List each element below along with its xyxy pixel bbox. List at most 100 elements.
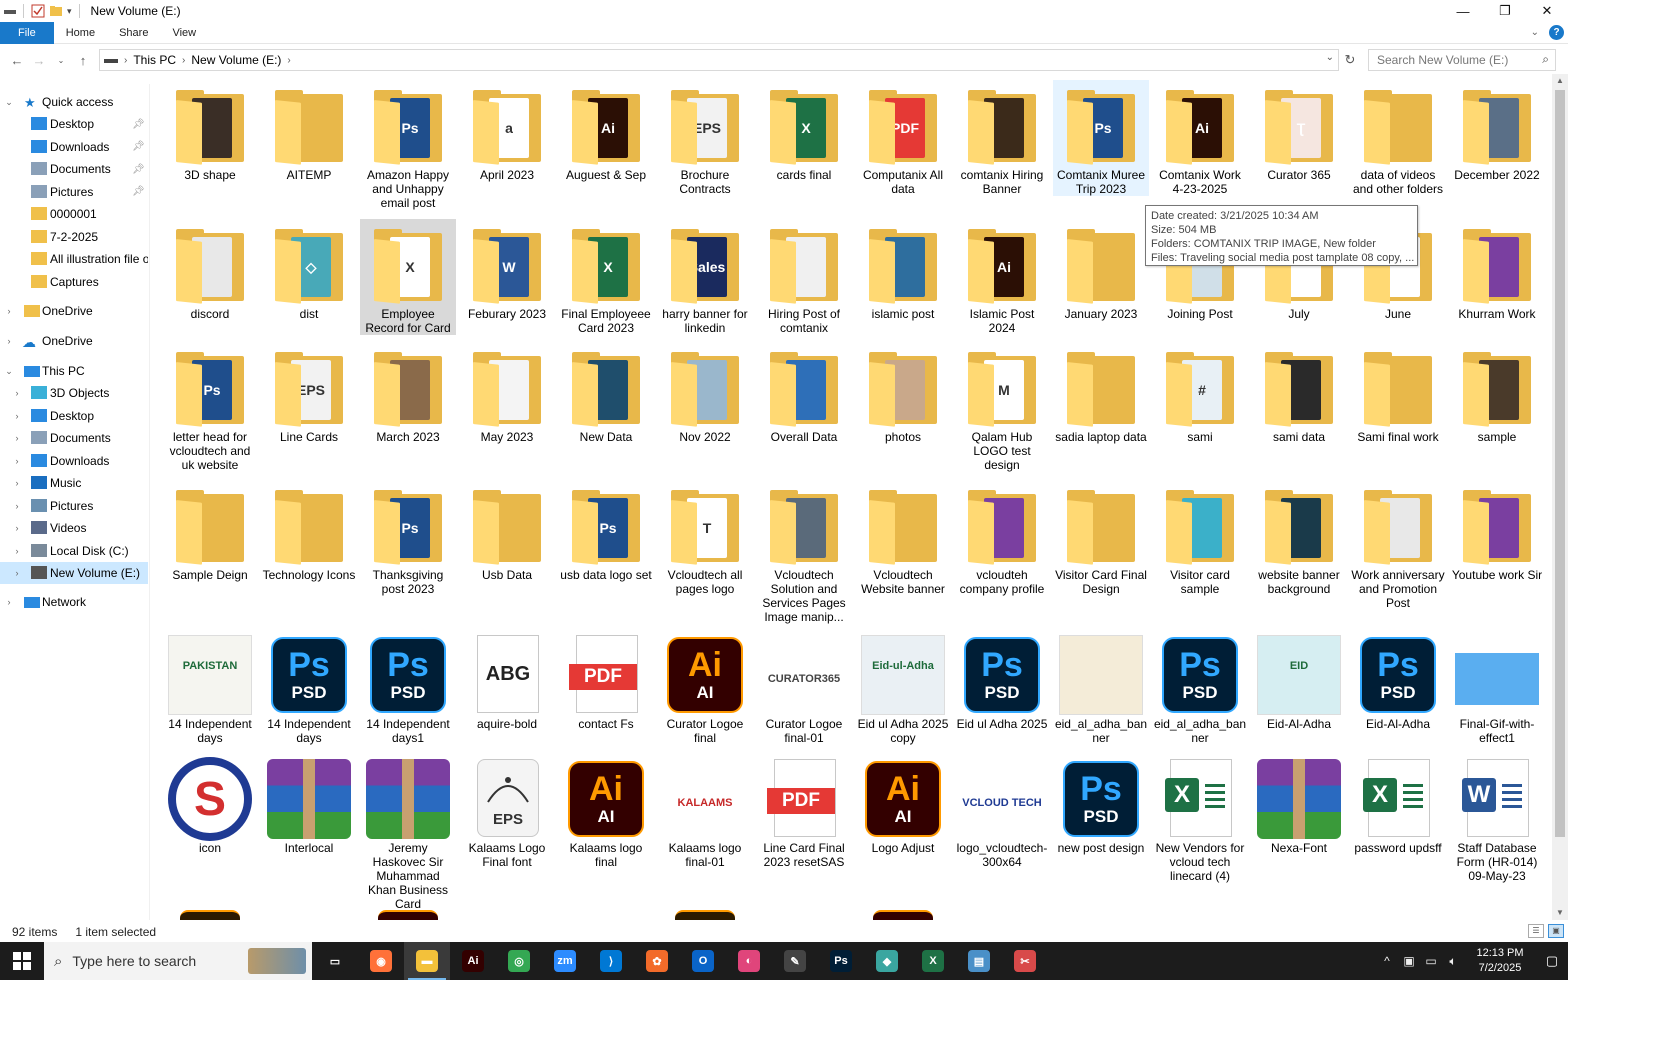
customize-qat-icon[interactable]: ▾ bbox=[67, 6, 72, 17]
file-item[interactable]: X New Vendors for vcloud tech linecard (4… bbox=[1152, 753, 1248, 883]
folder-item[interactable]: Ps letter head for vcloudtech and uk webs… bbox=[162, 342, 258, 472]
taskbar-app-pen-tool[interactable]: ✎ bbox=[772, 942, 818, 980]
file-item[interactable]: Ps PSD Eid-Al-Adha bbox=[1350, 629, 1446, 731]
sidebar-item-quick[interactable]: Downloads 📌︎ bbox=[0, 136, 148, 158]
scrollbar-thumb[interactable] bbox=[1555, 90, 1565, 837]
sidebar-item-onedrive-cloud[interactable]: › ☁ OneDrive bbox=[0, 330, 148, 352]
file-item[interactable]: Ps PSD Eid ul Adha 2025 bbox=[954, 629, 1050, 731]
back-arrow-icon[interactable]: ← bbox=[6, 53, 28, 68]
pin-icon[interactable]: 📌︎ bbox=[132, 141, 145, 152]
folder-item[interactable]: Ps Thanksgiving post 2023 bbox=[360, 480, 456, 596]
folder-item[interactable]: Vcloudtech Solution and Services Pages I… bbox=[756, 480, 852, 624]
expand-arrow-icon[interactable]: › bbox=[12, 523, 22, 533]
folder-item[interactable]: Visitor card sample bbox=[1152, 480, 1248, 596]
file-item[interactable]: Ai AI Logo Adjust bbox=[855, 753, 951, 855]
folder-item[interactable]: Technology Icons bbox=[261, 480, 357, 582]
sidebar-item-pc[interactable]: › Pictures bbox=[0, 495, 148, 517]
sidebar-item-pc[interactable]: › Desktop bbox=[0, 405, 148, 427]
network-status-icon[interactable]: ▭ bbox=[1420, 954, 1442, 968]
folder-item[interactable]: December 2022 bbox=[1449, 80, 1545, 182]
file-item[interactable]: Ps PSD 14 Independent days1 bbox=[360, 629, 456, 745]
file-item[interactable]: Jeremy Haskovec Sir Muhammad Khan Busine… bbox=[360, 753, 456, 911]
breadcrumb-this-pc[interactable]: This PC bbox=[133, 53, 176, 67]
folder-item[interactable]: Sami final work bbox=[1350, 342, 1446, 444]
clock[interactable]: 12:13 PM 7/2/2025 bbox=[1464, 946, 1536, 976]
address-bar[interactable]: › This PC › New Volume (E:) › ⌄ bbox=[99, 49, 1339, 71]
pin-icon[interactable]: 📌︎ bbox=[132, 119, 145, 130]
taskbar-app-chrome[interactable]: ◎ bbox=[496, 942, 542, 980]
folder-item[interactable]: discord bbox=[162, 219, 258, 321]
folder-item[interactable]: Ps Comtanix Muree Trip 2023 bbox=[1053, 80, 1149, 196]
folder-item[interactable]: Sample Deign bbox=[162, 480, 258, 582]
folder-item[interactable]: AITEMP bbox=[261, 80, 357, 182]
folder-item[interactable]: New Data bbox=[558, 342, 654, 444]
sidebar-item-quick[interactable]: 0000001 bbox=[0, 203, 148, 225]
sidebar-item-quick[interactable]: 7-2-2025 bbox=[0, 226, 148, 248]
sidebar-item-pc[interactable]: › Documents bbox=[0, 427, 148, 449]
help-icon[interactable]: ? bbox=[1549, 25, 1564, 40]
sidebar-item-quick[interactable]: Documents 📌︎ bbox=[0, 158, 148, 180]
folder-item[interactable]: T Vcloudtech all pages logo bbox=[657, 480, 753, 596]
properties-check-icon[interactable] bbox=[31, 4, 45, 18]
breadcrumb-separator-icon[interactable]: › bbox=[287, 55, 290, 66]
file-item[interactable]: Interlocal bbox=[261, 753, 357, 855]
address-dropdown-icon[interactable]: ⌄ bbox=[1326, 52, 1334, 63]
vertical-scrollbar[interactable]: ▲ ▼ bbox=[1552, 74, 1568, 920]
sidebar-item-pc[interactable]: › Music bbox=[0, 472, 148, 494]
folder-item[interactable]: Khurram Work bbox=[1449, 219, 1545, 321]
close-button[interactable]: ✕ bbox=[1526, 0, 1568, 22]
folder-item[interactable]: W Feburary 2023 bbox=[459, 219, 555, 321]
expand-arrow-icon[interactable]: › bbox=[12, 546, 22, 556]
file-item[interactable]: Ai AI Curator Logoe final bbox=[657, 629, 753, 745]
file-item[interactable]: VCLOUD TECH logo_vcloudtech-300x64 bbox=[954, 753, 1050, 869]
taskbar-app-firefox[interactable]: ◉ bbox=[358, 942, 404, 980]
file-item[interactable]: Sicon bbox=[162, 753, 258, 855]
folder-item[interactable]: sami data bbox=[1251, 342, 1347, 444]
folder-item[interactable]: Ai Comtanix Work 4-23-2025 bbox=[1152, 80, 1248, 196]
breadcrumb-new-volume[interactable]: New Volume (E:) bbox=[191, 53, 281, 67]
tab-view[interactable]: View bbox=[160, 22, 208, 44]
folder-item[interactable]: EPS Line Cards bbox=[261, 342, 357, 444]
sidebar-item-onedrive[interactable]: › OneDrive bbox=[0, 300, 148, 322]
folder-item[interactable]: May 2023 bbox=[459, 342, 555, 444]
folder-item[interactable]: sadia laptop data bbox=[1053, 342, 1149, 444]
folder-item[interactable]: a April 2023 bbox=[459, 80, 555, 182]
taskbar-app-excel[interactable]: X bbox=[910, 942, 956, 980]
folder-item[interactable]: Overall Data bbox=[756, 342, 852, 444]
folder-item[interactable]: Vcloudtech Website banner bbox=[855, 480, 951, 596]
taskbar-app-app-blue[interactable]: ▤ bbox=[956, 942, 1002, 980]
file-item[interactable]: KALAAMS Kalaams logo final-01 bbox=[657, 753, 753, 869]
sidebar-item-network[interactable]: › Network bbox=[0, 591, 148, 613]
file-item[interactable]: Ps PSD eid_al_adha_banner bbox=[1152, 629, 1248, 745]
folder-item[interactable]: ◇ dist bbox=[261, 219, 357, 321]
folder-item[interactable]: Nov 2022 bbox=[657, 342, 753, 444]
scroll-up-icon[interactable]: ▲ bbox=[1552, 74, 1568, 88]
sidebar-item-pc[interactable]: › New Volume (E:) bbox=[0, 562, 148, 584]
sidebar-item-pc[interactable]: › Local Disk (C:) bbox=[0, 540, 148, 562]
tab-file[interactable]: File bbox=[0, 21, 54, 44]
pin-icon[interactable]: 📌︎ bbox=[132, 186, 145, 197]
folder-item[interactable]: March 2023 bbox=[360, 342, 456, 444]
file-item[interactable]: Ps PSD new post design bbox=[1053, 753, 1149, 855]
show-hidden-icons-icon[interactable]: ^ bbox=[1376, 954, 1398, 968]
expand-arrow-icon[interactable]: › bbox=[12, 501, 22, 511]
sidebar-item-this-pc[interactable]: ⌄ This PC bbox=[0, 360, 148, 382]
file-item[interactable]: CURATOR365 Curator Logoe final-01 bbox=[756, 629, 852, 745]
folder-item[interactable]: January 2023 bbox=[1053, 219, 1149, 321]
folder-item[interactable]: Ai Islamic Post 2024 bbox=[954, 219, 1050, 335]
sidebar-item-quick-access[interactable]: ⌄ ★ Quick access bbox=[0, 91, 148, 113]
expand-arrow-icon[interactable]: › bbox=[4, 336, 14, 346]
minimize-button[interactable]: — bbox=[1442, 0, 1484, 22]
file-item[interactable]: Ps PSD 14 Independent days bbox=[261, 629, 357, 745]
file-item[interactable]: Final-Gif-with-effect1 bbox=[1449, 629, 1545, 745]
forward-arrow-icon[interactable]: → bbox=[28, 53, 50, 68]
maximize-button[interactable]: ❐ bbox=[1484, 0, 1526, 22]
folder-item[interactable]: # sami bbox=[1152, 342, 1248, 444]
folder-item[interactable]: X Employee Record for Card bbox=[360, 219, 456, 335]
taskbar-app-app-gradient[interactable]: ◐ bbox=[726, 942, 772, 980]
folder-item[interactable]: PDF Computanix All data bbox=[855, 80, 951, 196]
taskbar-app-vscode[interactable]: ⟩ bbox=[588, 942, 634, 980]
folder-item[interactable]: Usb Data bbox=[459, 480, 555, 582]
expand-arrow-icon[interactable]: › bbox=[12, 388, 22, 398]
folder-item[interactable]: islamic post bbox=[855, 219, 951, 321]
